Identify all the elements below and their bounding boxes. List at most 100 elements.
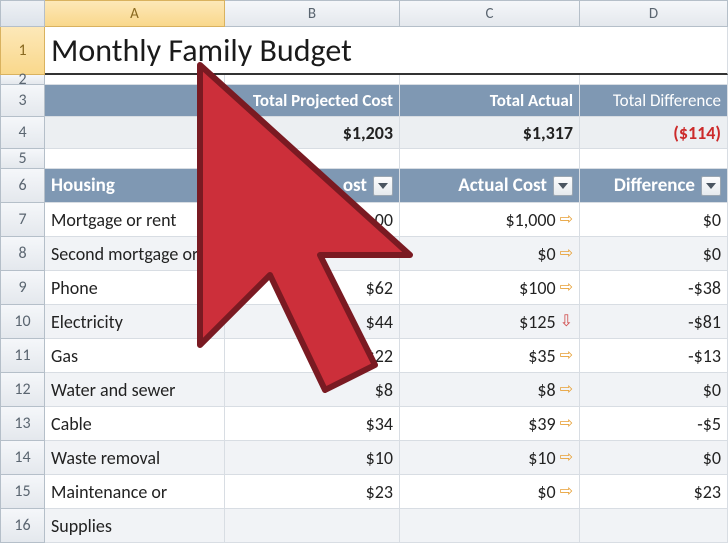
- col-diff-label: Difference: [614, 174, 695, 197]
- row-diff-9[interactable]: -$38: [580, 271, 728, 305]
- row-cost-13[interactable]: $34: [225, 407, 400, 441]
- select-all-corner[interactable]: [0, 0, 45, 27]
- cell-D2[interactable]: [580, 75, 728, 85]
- filter-button-cost[interactable]: [373, 176, 393, 196]
- row-actual-12[interactable]: $8⇨: [400, 373, 580, 407]
- row-cost-11[interactable]: $22: [225, 339, 400, 373]
- col-difference-header[interactable]: Difference: [580, 169, 728, 203]
- section-name-label: Housing: [51, 174, 115, 197]
- row-cost-14[interactable]: $10: [225, 441, 400, 475]
- row-diff-15[interactable]: $23: [580, 475, 728, 509]
- col-cost-label: ost: [343, 174, 367, 197]
- row-header-16[interactable]: 16: [0, 509, 45, 543]
- cell-D1[interactable]: [580, 27, 728, 75]
- spreadsheet-grid: A B C D 1 Monthly Family Budget 2 3 Tota…: [0, 0, 728, 543]
- row-diff-16[interactable]: [580, 509, 728, 543]
- row-cost-7[interactable]: 00: [225, 203, 400, 237]
- cell-A3[interactable]: [45, 85, 225, 117]
- row-header-4[interactable]: 4: [0, 117, 45, 149]
- row-header-7[interactable]: 7: [0, 203, 45, 237]
- row-label-15[interactable]: Maintenance or: [45, 475, 225, 509]
- row-diff-11[interactable]: -$13: [580, 339, 728, 373]
- row-cost-16[interactable]: [225, 509, 400, 543]
- filter-button-housing[interactable]: [198, 176, 218, 196]
- totals-actual[interactable]: $1,317: [400, 117, 580, 149]
- row-header-9[interactable]: 9: [0, 271, 45, 305]
- row-label-11[interactable]: Gas: [45, 339, 225, 373]
- row-diff-14[interactable]: $0: [580, 441, 728, 475]
- col-header-D[interactable]: D: [580, 0, 728, 27]
- row-label-12[interactable]: Water and sewer: [45, 373, 225, 407]
- row-label-8[interactable]: Second mortgage or: [45, 237, 225, 271]
- col-header-A[interactable]: A: [45, 0, 225, 27]
- col-projected-cost-header[interactable]: ost: [225, 169, 400, 203]
- totals-actual-header[interactable]: Total Actual: [400, 85, 580, 117]
- cell-C5[interactable]: [400, 149, 580, 169]
- row-cost-9[interactable]: $62: [225, 271, 400, 305]
- cell-C2[interactable]: [400, 75, 580, 85]
- row-header-6[interactable]: 6: [0, 169, 45, 203]
- chevron-down-icon: [558, 183, 568, 189]
- totals-projected[interactable]: $1,203: [225, 117, 400, 149]
- col-actual-label: Actual Cost: [458, 174, 547, 197]
- row-header-5[interactable]: 5: [0, 149, 45, 169]
- row-label-16[interactable]: Supplies: [45, 509, 225, 543]
- row-diff-8[interactable]: $0: [580, 237, 728, 271]
- row-header-3[interactable]: 3: [0, 85, 45, 117]
- col-header-C[interactable]: C: [400, 0, 580, 27]
- cell-B2[interactable]: [225, 75, 400, 85]
- row-actual-10[interactable]: $125⇩: [400, 305, 580, 339]
- row-label-14[interactable]: Waste removal: [45, 441, 225, 475]
- arrow-right-icon: ⇨: [560, 382, 573, 398]
- filter-button-diff[interactable]: [701, 176, 721, 196]
- row-header-10[interactable]: 10: [0, 305, 45, 339]
- arrow-right-icon: ⇨: [560, 212, 573, 228]
- cell-A4[interactable]: [45, 117, 225, 149]
- arrow-right-icon: ⇨: [560, 416, 573, 432]
- cell-A5[interactable]: [45, 149, 225, 169]
- row-diff-12[interactable]: $0: [580, 373, 728, 407]
- arrow-right-icon: ⇨: [560, 450, 573, 466]
- section-housing-header[interactable]: Housing: [45, 169, 225, 203]
- row-label-10[interactable]: Electricity: [45, 305, 225, 339]
- arrow-right-icon: ⇨: [560, 348, 573, 364]
- row-cost-10[interactable]: $44: [225, 305, 400, 339]
- row-actual-11[interactable]: $35⇨: [400, 339, 580, 373]
- col-actual-cost-header[interactable]: Actual Cost: [400, 169, 580, 203]
- cell-D5[interactable]: [580, 149, 728, 169]
- col-header-B[interactable]: B: [225, 0, 400, 27]
- row-header-13[interactable]: 13: [0, 407, 45, 441]
- row-header-8[interactable]: 8: [0, 237, 45, 271]
- row-actual-8[interactable]: $0⇨: [400, 237, 580, 271]
- row-header-2[interactable]: 2: [0, 75, 45, 85]
- row-label-9[interactable]: Phone: [45, 271, 225, 305]
- row-diff-13[interactable]: -$5: [580, 407, 728, 441]
- row-cost-15[interactable]: $23: [225, 475, 400, 509]
- row-actual-7[interactable]: $1,000⇨: [400, 203, 580, 237]
- row-label-7[interactable]: Mortgage or rent: [45, 203, 225, 237]
- row-actual-9[interactable]: $100⇨: [400, 271, 580, 305]
- row-cost-12[interactable]: $8: [225, 373, 400, 407]
- row-label-13[interactable]: Cable: [45, 407, 225, 441]
- cell-B5[interactable]: [225, 149, 400, 169]
- row-actual-15[interactable]: $0⇨: [400, 475, 580, 509]
- filter-button-actual[interactable]: [553, 176, 573, 196]
- totals-projected-header[interactable]: Total Projected Cost: [225, 85, 400, 117]
- row-cost-8[interactable]: [225, 237, 400, 271]
- row-actual-14[interactable]: $10⇨: [400, 441, 580, 475]
- row-actual-13[interactable]: $39⇨: [400, 407, 580, 441]
- row-header-12[interactable]: 12: [0, 373, 45, 407]
- totals-diff-header[interactable]: Total Difference: [580, 85, 728, 117]
- totals-diff[interactable]: ($114): [580, 117, 728, 149]
- row-header-15[interactable]: 15: [0, 475, 45, 509]
- cell-A2[interactable]: [45, 75, 225, 85]
- row-diff-10[interactable]: -$81: [580, 305, 728, 339]
- row-diff-7[interactable]: $0: [580, 203, 728, 237]
- page-title[interactable]: Monthly Family Budget: [45, 27, 580, 75]
- arrow-right-icon: ⇨: [560, 280, 573, 296]
- row-header-14[interactable]: 14: [0, 441, 45, 475]
- row-header-1[interactable]: 1: [0, 27, 45, 75]
- arrow-down-icon: ⇩: [560, 314, 573, 330]
- row-actual-16[interactable]: [400, 509, 580, 543]
- row-header-11[interactable]: 11: [0, 339, 45, 373]
